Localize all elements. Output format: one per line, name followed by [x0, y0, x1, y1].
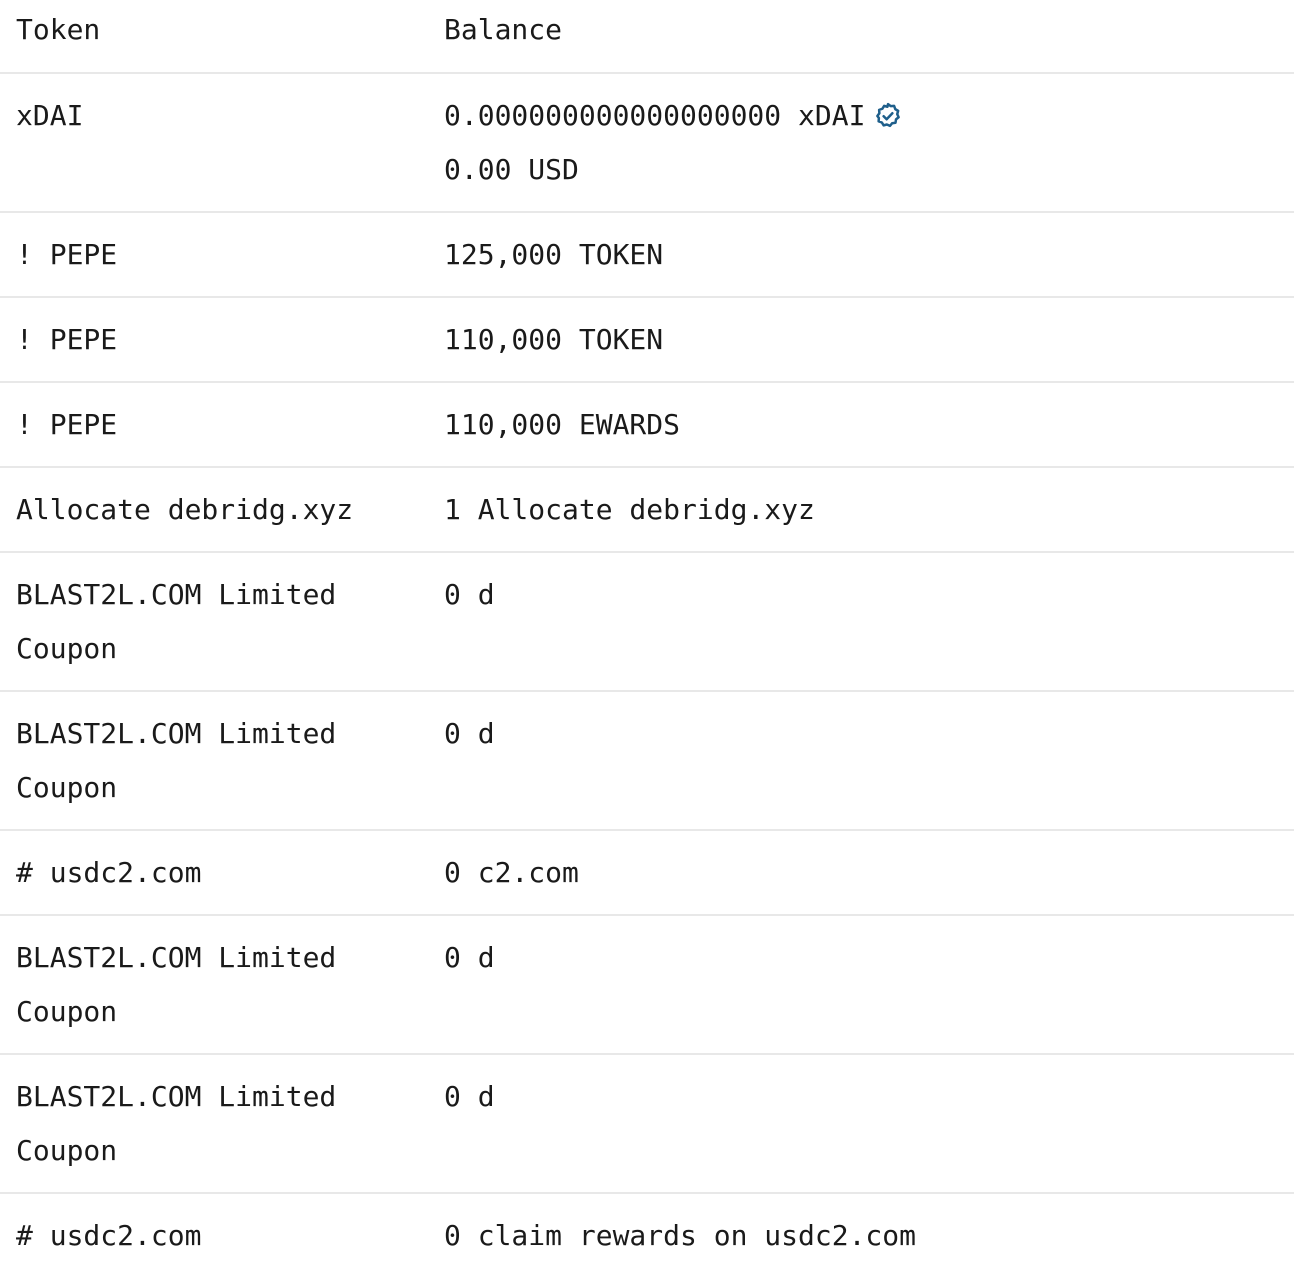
token-balance: 0 d [444, 941, 495, 974]
token-name-line: BLAST2L.COM Limited [16, 717, 337, 750]
balance-amount: 0.000000000000000000 xDAI [444, 99, 866, 132]
token-name-line: Coupon [16, 771, 118, 804]
token-name: BLAST2L.COM Limited Coupon [0, 568, 428, 676]
token-balance: 0 d [444, 1080, 495, 1113]
table-row[interactable]: xDAI 0.000000000000000000 xDAI 0.00 USD [0, 74, 1294, 213]
token-name-line: Coupon [16, 632, 118, 665]
token-balance: 0 d [444, 578, 495, 611]
token-name: Allocate debridg.xyz [16, 493, 354, 526]
table-row[interactable]: BLAST2L.COM Limited Coupon 0 d [0, 692, 1294, 831]
token-name: BLAST2L.COM Limited Coupon [0, 1070, 428, 1178]
table-row[interactable]: Allocate debridg.xyz 1 Allocate debridg.… [0, 468, 1294, 553]
token-balance-table: Token Balance xDAI 0.000000000000000000 … [0, 0, 1294, 1279]
token-name: BLAST2L.COM Limited Coupon [0, 707, 428, 815]
token-balance: 0 c2.com [444, 856, 579, 889]
table-row[interactable]: BLAST2L.COM Limited Coupon 0 d [0, 553, 1294, 692]
token-name: ! PEPE [16, 323, 118, 356]
table-row[interactable]: # usdc2.com 0 claim rewards on usdc2.com [0, 1194, 1294, 1279]
table-row[interactable]: ! PEPE 110,000 TOKEN [0, 298, 1294, 383]
table-row[interactable]: BLAST2L.COM Limited Coupon 0 d [0, 916, 1294, 1055]
token-name-line: BLAST2L.COM Limited [16, 941, 337, 974]
token-name: ! PEPE [16, 238, 118, 271]
token-name-line: BLAST2L.COM Limited [16, 578, 337, 611]
balance-usd: 0.00 USD [444, 153, 579, 186]
token-balance: 125,000 TOKEN [444, 238, 664, 271]
token-name: ! PEPE [16, 408, 118, 441]
token-balance: 1 Allocate debridg.xyz [444, 493, 815, 526]
column-header-balance: Balance [444, 13, 563, 46]
verified-badge-icon [873, 101, 903, 131]
token-balance: 0 claim rewards on usdc2.com [444, 1219, 917, 1252]
table-row[interactable]: ! PEPE 110,000 EWARDS [0, 383, 1294, 468]
token-name: # usdc2.com [16, 856, 202, 889]
table-row[interactable]: # usdc2.com 0 c2.com [0, 831, 1294, 916]
table-row[interactable]: ! PEPE 125,000 TOKEN [0, 213, 1294, 298]
token-name: BLAST2L.COM Limited Coupon [0, 931, 428, 1039]
token-balance: 110,000 EWARDS [444, 408, 681, 441]
token-name-line: Coupon [16, 995, 118, 1028]
token-balance: 110,000 TOKEN [444, 323, 664, 356]
table-row[interactable]: BLAST2L.COM Limited Coupon 0 d [0, 1055, 1294, 1194]
table-header: Token Balance [0, 0, 1294, 74]
token-name: xDAI [16, 99, 84, 132]
token-balance: 0.000000000000000000 xDAI 0.00 USD [428, 89, 1294, 197]
column-header-token: Token [16, 13, 101, 46]
token-name-line: BLAST2L.COM Limited [16, 1080, 337, 1113]
token-name: # usdc2.com [16, 1219, 202, 1252]
token-name-line: Coupon [16, 1134, 118, 1167]
token-balance: 0 d [444, 717, 495, 750]
